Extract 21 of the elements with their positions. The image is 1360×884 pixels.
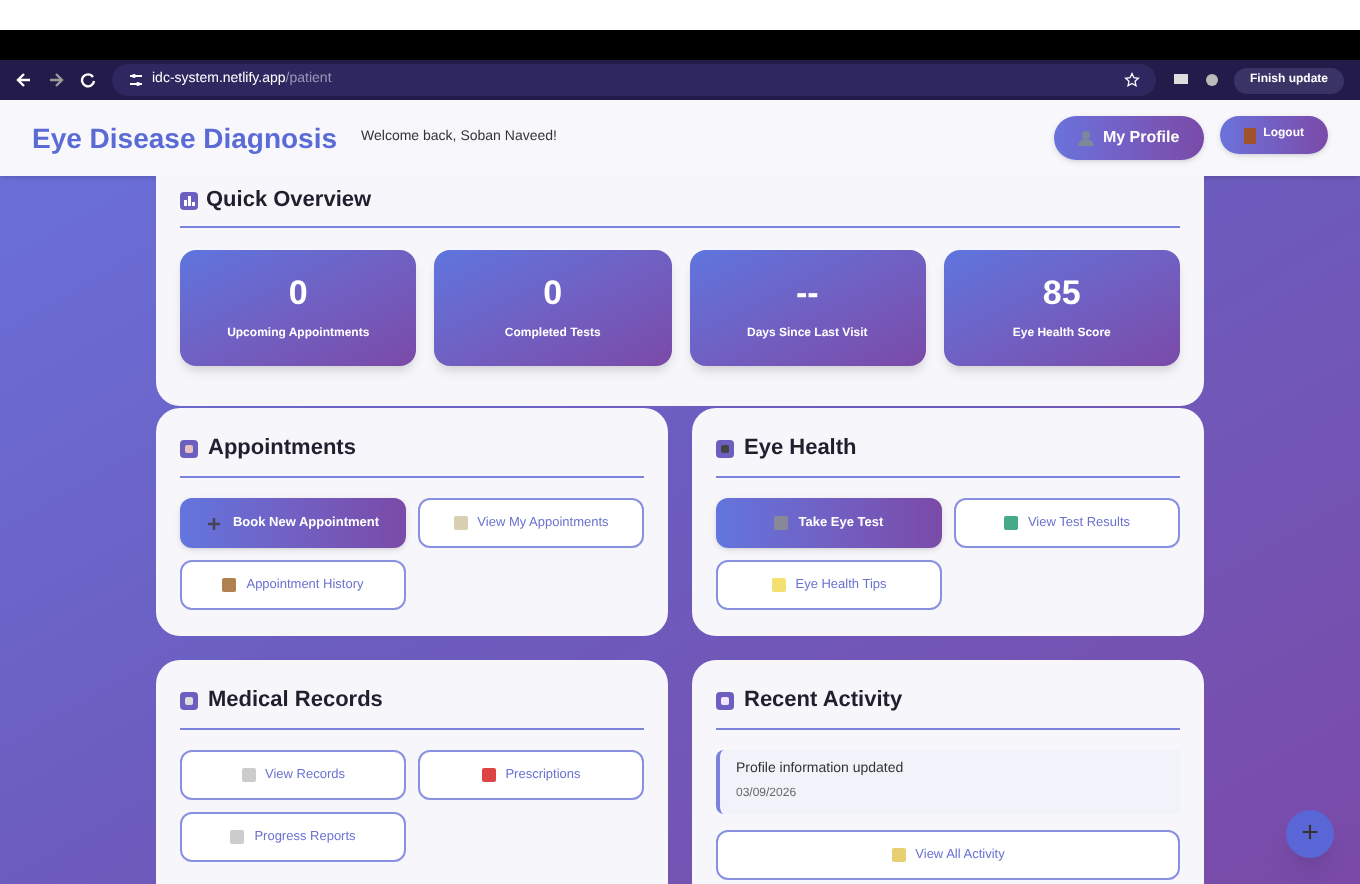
site-info-icon[interactable] — [128, 72, 144, 88]
app-title: Eye Disease Diagnosis — [32, 119, 338, 158]
stat-value: -- — [795, 273, 819, 313]
add-button[interactable]: + — [1286, 810, 1334, 858]
door-icon — [1243, 127, 1256, 143]
section-title: Quick Overview — [206, 185, 372, 216]
section-title: Appointments — [208, 433, 356, 464]
forward-icon[interactable] — [48, 72, 64, 88]
stat-value: 85 — [1042, 273, 1081, 313]
profile-button[interactable]: My Profile — [1054, 116, 1204, 160]
chart-icon — [180, 191, 198, 209]
section-title: Recent Activity — [744, 685, 903, 716]
star-icon[interactable] — [1124, 72, 1140, 88]
person-icon — [1078, 130, 1095, 146]
section-title: Eye Health — [744, 433, 857, 464]
plus-icon — [206, 515, 223, 531]
stat-value: 0 — [288, 273, 308, 313]
reload-icon[interactable] — [80, 72, 96, 88]
stat-value: 0 — [543, 273, 563, 313]
section-title: Medical Records — [208, 685, 383, 716]
back-icon[interactable] — [16, 72, 32, 88]
